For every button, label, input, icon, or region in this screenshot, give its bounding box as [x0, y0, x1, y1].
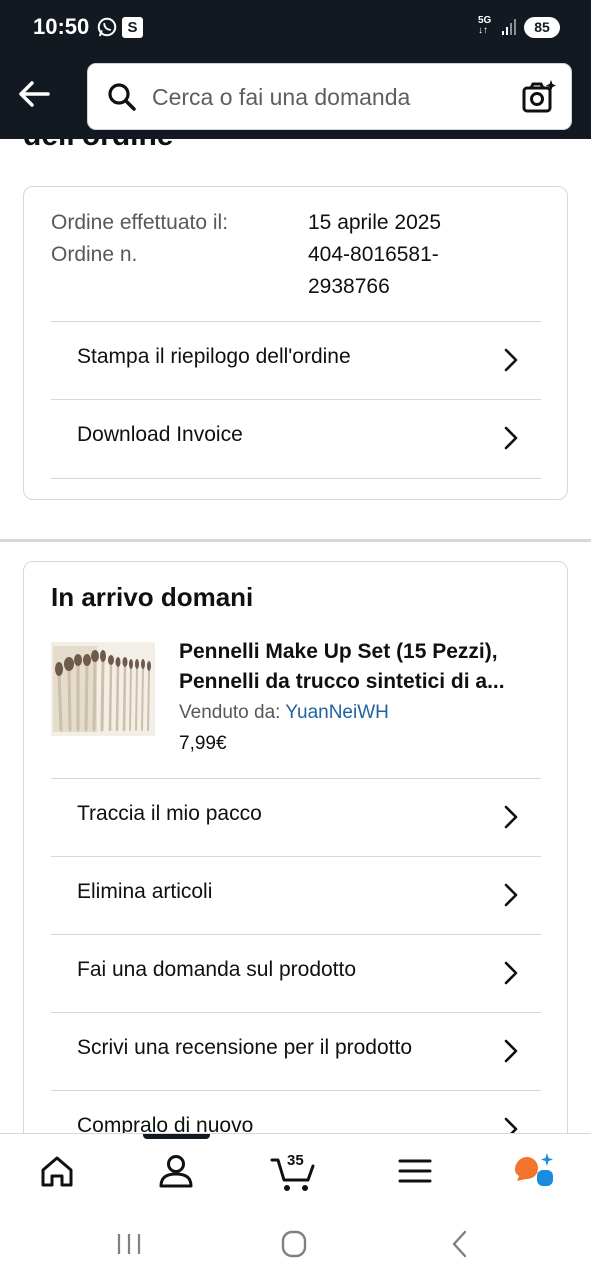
search-bar[interactable] [87, 63, 572, 130]
system-navigation-bar [0, 1207, 591, 1280]
home-button-icon[interactable] [274, 1227, 314, 1261]
chevron-right-icon [504, 805, 518, 829]
order-details-content: dell'ordine Ordine effettuato il: 15 apr… [0, 139, 591, 1133]
status-time: 10:50 [33, 14, 90, 39]
menu-icon[interactable] [385, 1148, 445, 1194]
cart-count-badge: 35 [287, 1152, 304, 1169]
status-bar: 10:50 S 5G ↓↑ 85 [0, 0, 591, 56]
shipment-card: In arrivo domani Pennelli Make Up Set (1… [23, 561, 568, 1133]
rufus-assistant-icon[interactable] [505, 1148, 565, 1194]
home-icon[interactable] [27, 1148, 87, 1194]
page-title: dell'ordine [23, 139, 173, 153]
product-price: 7,99€ [179, 733, 227, 754]
section-divider [0, 539, 591, 542]
ask-question-row[interactable]: Fai una domanda sul prodotto [51, 934, 541, 1012]
shipment-status-title: In arrivo domani [51, 582, 254, 612]
battery-indicator: 85 [524, 17, 560, 38]
track-package-row[interactable]: Traccia il mio pacco [51, 778, 541, 856]
order-number-label: Ordine n. [51, 243, 138, 266]
remove-items-row[interactable]: Elimina articoli [51, 856, 541, 934]
buy-again-row[interactable]: Compralo di nuovo [51, 1090, 541, 1133]
write-review-row[interactable]: Scrivi una recensione per il prodotto [51, 1012, 541, 1090]
order-number-value-cont: 2938766 [308, 275, 390, 298]
search-input[interactable] [152, 78, 512, 116]
ask-question-label: Fai una domanda sul prodotto [77, 958, 357, 981]
print-summary-label: Stampa il riepilogo dell'ordine [77, 345, 351, 368]
order-number-value: 404-8016581- [308, 243, 439, 266]
download-invoice-row[interactable]: Download Invoice [51, 399, 541, 479]
download-invoice-label: Download Invoice [77, 423, 243, 446]
back-button-icon[interactable] [440, 1227, 480, 1261]
chevron-right-icon [504, 426, 518, 450]
chevron-right-icon [504, 348, 518, 372]
signal-icon [502, 19, 516, 35]
product-seller: Venduto da: YuanNeiWH [179, 702, 389, 723]
order-date-value: 15 aprile 2025 [308, 211, 442, 234]
whatsapp-icon [97, 17, 117, 37]
print-summary-row[interactable]: Stampa il riepilogo dell'ordine [51, 321, 541, 399]
network-type: 5G ↓↑ [478, 15, 492, 36]
camera-search-icon[interactable] [521, 79, 557, 115]
search-icon [108, 83, 136, 111]
order-date-label: Ordine effettuato il: [51, 211, 229, 234]
remove-items-label: Elimina articoli [77, 880, 213, 903]
recent-apps-icon[interactable] [109, 1227, 149, 1261]
product-title[interactable]: Pennelli Make Up Set (15 Pezzi), Pennell… [179, 637, 549, 697]
bottom-navigation [0, 1133, 591, 1207]
chevron-right-icon [504, 1117, 518, 1133]
app-header: 10:50 S 5G ↓↑ 85 [0, 0, 591, 139]
product-image[interactable] [51, 642, 155, 736]
write-review-label: Scrivi una recensione per il prodotto [77, 1036, 413, 1059]
notification-app-icon: S [122, 17, 143, 38]
back-arrow-icon[interactable] [14, 74, 54, 114]
chevron-right-icon [504, 961, 518, 985]
chevron-right-icon [504, 1039, 518, 1063]
seller-link[interactable]: YuanNeiWH [285, 702, 389, 723]
chevron-right-icon [504, 883, 518, 907]
track-package-label: Traccia il mio pacco [77, 802, 262, 825]
active-tab-indicator [143, 1134, 210, 1139]
buy-again-label: Compralo di nuovo [77, 1114, 254, 1133]
order-summary-card: Ordine effettuato il: 15 aprile 2025 Ord… [23, 186, 568, 500]
account-icon[interactable] [146, 1148, 206, 1194]
